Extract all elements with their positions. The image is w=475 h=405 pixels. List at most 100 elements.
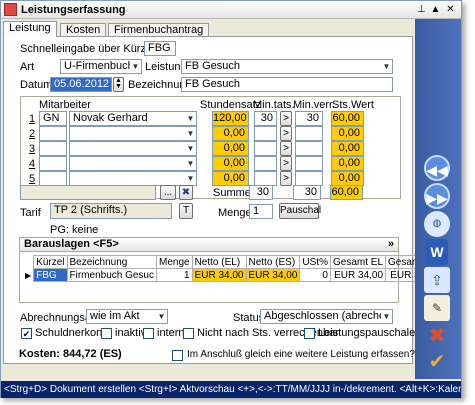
- cell-netto-es[interactable]: EUR 34,00: [245, 268, 301, 282]
- leistung-value: FB Gesuch: [185, 60, 241, 72]
- art-value: U-Firmenbuch: [64, 60, 134, 72]
- col-kuerzel: Kürzel: [33, 255, 68, 269]
- min-tats-input[interactable]: [254, 126, 277, 141]
- chevron-down-icon: ▼: [185, 112, 196, 125]
- status-select[interactable]: Abgeschlossen (abrechenbar)▼: [260, 309, 393, 324]
- chevron-down-icon: ▼: [185, 172, 196, 185]
- min-tats-input[interactable]: [254, 156, 277, 171]
- mitarbeiter-select[interactable]: Novak Gerhard ▼: [69, 111, 197, 126]
- pin-button[interactable]: ⊥: [415, 3, 428, 16]
- clear-icon[interactable]: ✖: [179, 185, 193, 200]
- min-tats-input[interactable]: 30: [254, 111, 277, 126]
- stundensatz-header: Stundensatz: [200, 99, 262, 111]
- sts-wert-field: 0,00: [331, 156, 364, 171]
- tarif-label: Tarif: [20, 207, 41, 219]
- summe-tats: 30: [249, 185, 273, 200]
- copy-minutes-button[interactable]: >: [280, 171, 292, 186]
- mitarbeiter-name: Novak Gerhard: [73, 112, 148, 124]
- intern-checkbox[interactable]: [143, 328, 154, 339]
- stundensatz-input[interactable]: 0,00: [212, 171, 249, 186]
- close-button[interactable]: ✕: [444, 3, 457, 16]
- mitarbeiter-select[interactable]: ▼: [69, 156, 197, 171]
- date-spinner[interactable]: ▲ ▼: [113, 77, 124, 92]
- kuerzel-input[interactable]: [39, 141, 67, 156]
- anschluss-checkbox[interactable]: [172, 350, 183, 361]
- pauschal-button[interactable]: Pauschal: [279, 203, 321, 219]
- mitarbeiter-select[interactable]: ▼: [69, 126, 197, 141]
- bezeichnung-input[interactable]: FB Gesuch: [181, 77, 393, 92]
- save-as-icon[interactable]: ◍: [424, 211, 450, 237]
- col-netto-el: Netto (EL): [191, 255, 247, 269]
- cell-menge[interactable]: 1: [156, 268, 193, 282]
- mitarbeiter-select[interactable]: ▼: [69, 171, 197, 186]
- kuerzel-input[interactable]: GN: [39, 111, 67, 126]
- min-tats-input[interactable]: [254, 171, 277, 186]
- schuldnerkonto-checkbox[interactable]: ✔: [21, 328, 32, 339]
- kuerzel-input[interactable]: [39, 171, 67, 186]
- cancel-icon[interactable]: ✖: [424, 323, 450, 349]
- export-icon[interactable]: ⇪: [424, 267, 450, 293]
- sts-wert-header: Sts.Wert: [332, 99, 374, 111]
- min-verr-input[interactable]: [295, 171, 323, 186]
- copy-minutes-button[interactable]: >: [280, 156, 292, 171]
- kuerzel-input[interactable]: [39, 156, 67, 171]
- kuerzel-input[interactable]: [39, 126, 67, 141]
- row-number: 2: [29, 128, 36, 140]
- col-netto-es: Netto (ES): [245, 255, 301, 269]
- cell-ust[interactable]: 0: [299, 268, 331, 282]
- cell-gesamt-el[interactable]: EUR 34,00: [329, 268, 387, 282]
- nicht-verrechenbar-checkbox[interactable]: [183, 328, 194, 339]
- cell-netto-el[interactable]: EUR 34,00: [191, 268, 247, 282]
- min-verr-input[interactable]: [295, 141, 323, 156]
- word-icon[interactable]: W: [426, 239, 448, 265]
- app-icon: [4, 3, 17, 16]
- cell-bezeichnung[interactable]: Firmenbuch Gesuc: [66, 268, 158, 282]
- stundensatz-input[interactable]: 0,00: [212, 126, 249, 141]
- copy-minutes-button[interactable]: >: [280, 126, 292, 141]
- copy-minutes-button[interactable]: >: [280, 111, 292, 126]
- tarif-button[interactable]: T: [179, 203, 193, 219]
- window-title: Leistungserfassung: [21, 4, 126, 16]
- leistung-select[interactable]: FB Gesuch ▼: [181, 59, 393, 74]
- sts-wert-field: 0,00: [331, 126, 364, 141]
- row-number: 1: [29, 113, 36, 125]
- min-verr-input[interactable]: [295, 156, 323, 171]
- ok-icon[interactable]: ✔: [424, 349, 450, 375]
- chevron-down-icon: ▼: [185, 127, 196, 140]
- stundensatz-input[interactable]: 0,00: [212, 156, 249, 171]
- edit-icon[interactable]: ✎: [424, 295, 450, 321]
- menge-label: Menge: [218, 207, 252, 219]
- art-select[interactable]: U-Firmenbuch ▼: [60, 59, 142, 74]
- tab-kosten[interactable]: Kosten: [60, 23, 107, 37]
- cell-kuerzel[interactable]: FBG: [33, 268, 68, 282]
- schnelleingabe-input[interactable]: FBG: [144, 41, 176, 56]
- browse-button[interactable]: ...: [160, 185, 176, 200]
- col-gesamt-el: Gesamt EL: [329, 255, 387, 269]
- datum-input[interactable]: 05.06.2012: [50, 77, 112, 92]
- title-bar: Leistungserfassung ⊥ ▲ ✕: [1, 1, 461, 19]
- mitarbeiter-select[interactable]: ▼: [69, 141, 197, 156]
- collapse-icon[interactable]: »: [388, 238, 394, 251]
- intern-label: intern: [157, 327, 185, 339]
- fast-forward-icon[interactable]: ▶▶: [424, 183, 450, 209]
- table-row[interactable]: ▶ FBG Firmenbuch Gesuc 1 EUR 34,00 EUR 3…: [23, 268, 443, 282]
- stundensatz-input[interactable]: 120,00: [212, 111, 249, 126]
- min-tats-input[interactable]: [254, 141, 277, 156]
- tab-leistung[interactable]: Leistung: [3, 21, 57, 37]
- minimize-button[interactable]: ▲: [429, 3, 442, 16]
- inaktiv-checkbox[interactable]: [101, 328, 112, 339]
- abrechnungsart-select[interactable]: wie im Akt ▼: [86, 309, 168, 324]
- rewind-icon[interactable]: ◀◀: [424, 155, 450, 181]
- kosten-total: Kosten: 844,72 (ES): [19, 348, 122, 360]
- stundensatz-input[interactable]: 0,00: [212, 141, 249, 156]
- min-verr-input[interactable]: [295, 126, 323, 141]
- min-verr-input[interactable]: 30: [295, 111, 323, 126]
- barauslagen-title-text: Barauslagen <F5>: [24, 238, 119, 250]
- summary-field: [20, 185, 156, 200]
- tab-firmenbuchantrag[interactable]: Firmenbuchantrag: [108, 23, 210, 37]
- copy-minutes-button[interactable]: >: [280, 141, 292, 156]
- barauslagen-table: Kürzel Bezeichnung Menge Netto (EL) Nett…: [23, 255, 443, 282]
- menge-input[interactable]: 1: [249, 204, 273, 219]
- leistungspauschale-checkbox[interactable]: [304, 328, 315, 339]
- pg-text: PG: keine: [50, 224, 99, 236]
